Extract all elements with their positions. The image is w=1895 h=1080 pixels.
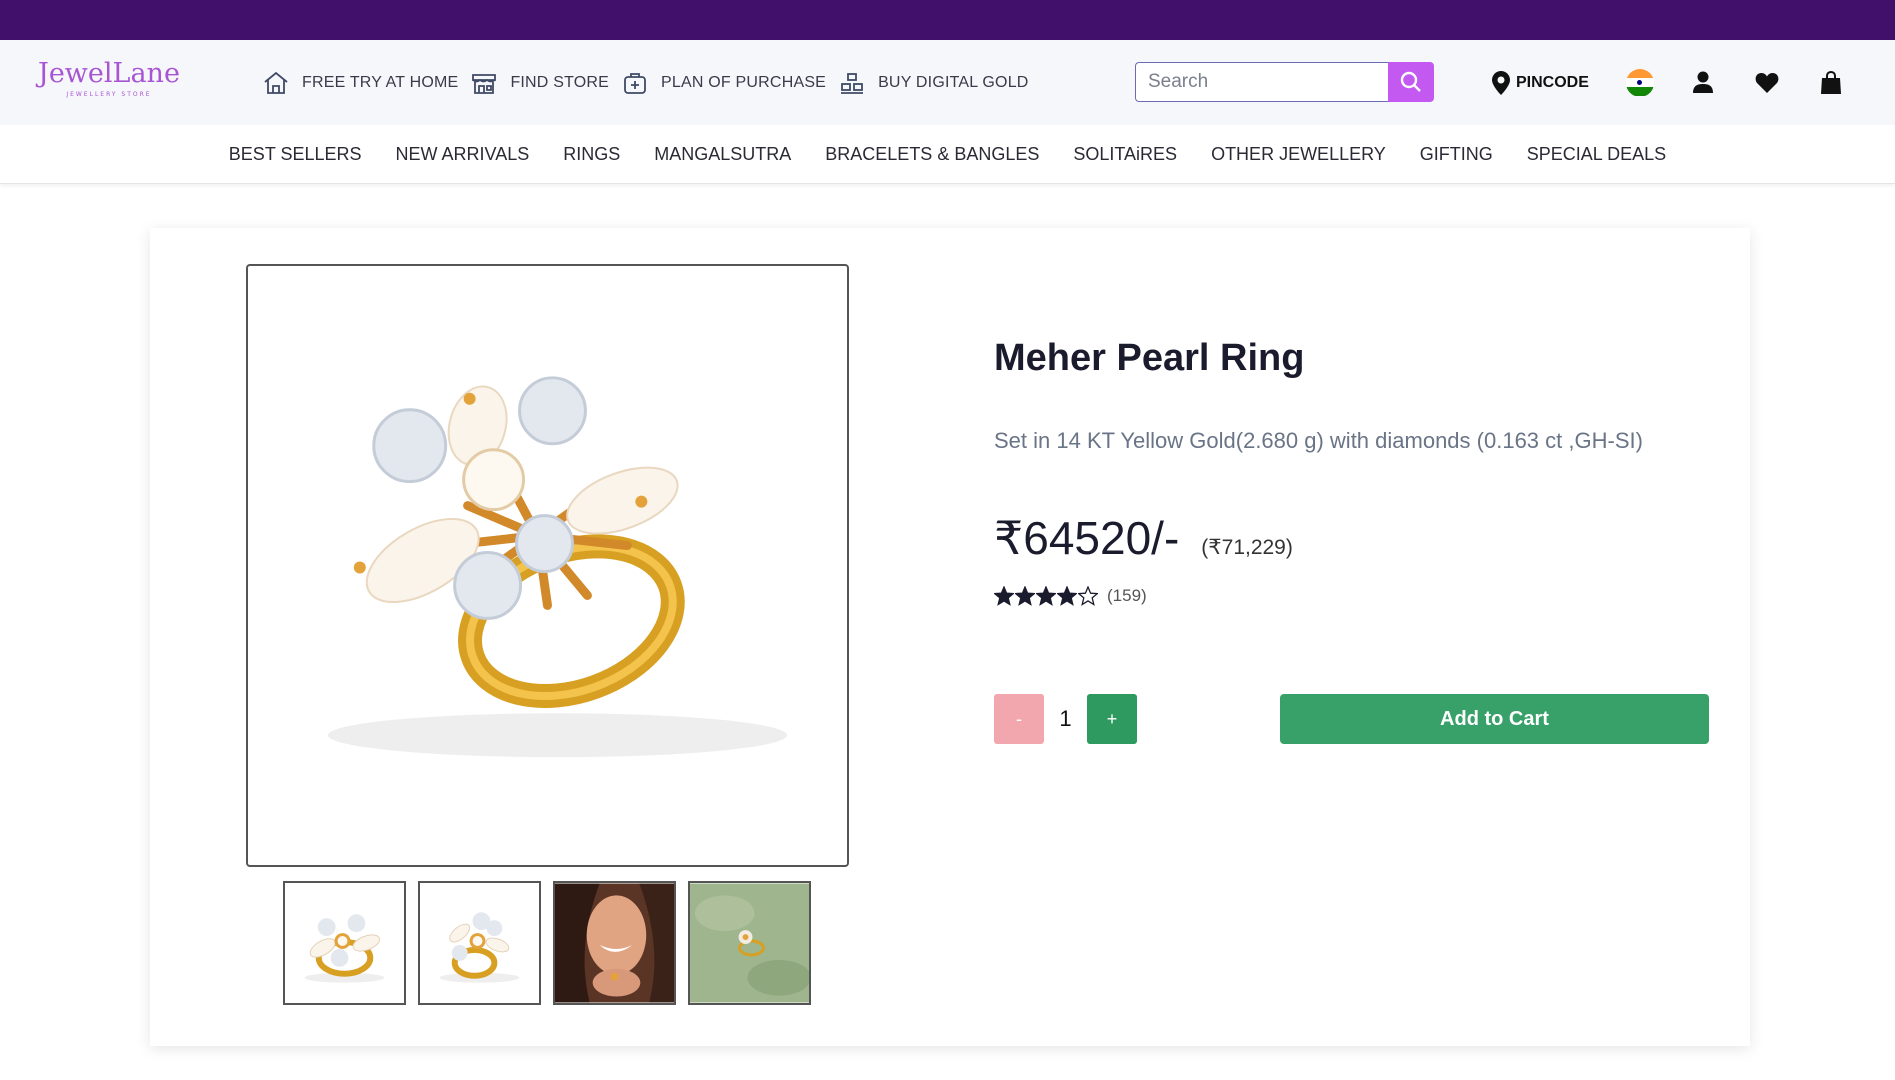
- store-icon: [472, 73, 497, 94]
- shopping-bag-icon: [1820, 70, 1841, 94]
- category-special-deals[interactable]: SPECIAL DEALS: [1527, 144, 1666, 165]
- rating-stars: [994, 586, 1099, 606]
- thumbnail-ring-front[interactable]: [283, 881, 406, 1005]
- quick-links: FREE TRY AT HOME FIND STORE PLAN OF PURC…: [262, 40, 1041, 125]
- category-new-arrivals[interactable]: NEW ARRIVALS: [396, 144, 530, 165]
- buy-digital-gold-link[interactable]: BUY DIGITAL GOLD: [838, 69, 1029, 97]
- quantity-value: 1: [1059, 706, 1072, 731]
- brand-tagline: JEWELLERY STORE: [66, 91, 152, 98]
- pincode-selector[interactable]: PINCODE: [1492, 70, 1589, 95]
- cart-button[interactable]: [1816, 68, 1846, 98]
- category-gifting[interactable]: GIFTING: [1420, 144, 1493, 165]
- category-mangalsutra[interactable]: MANGALSUTRA: [654, 144, 791, 165]
- thumbnail-image: [690, 883, 809, 1003]
- category-rings[interactable]: RINGS: [563, 144, 620, 165]
- increase-quantity-button[interactable]: +: [1087, 694, 1137, 744]
- product-title: Meher Pearl Ring: [994, 337, 1305, 379]
- add-to-cart-button[interactable]: Add to Cart: [1280, 694, 1709, 744]
- thumbnail-image: [304, 914, 385, 983]
- location-pin-icon: [1492, 70, 1510, 95]
- plan-icon: [624, 72, 646, 94]
- header-tools: PINCODE: [1492, 40, 1846, 125]
- star-empty-icon: [1078, 586, 1098, 606]
- plan-of-purchase-label: PLAN OF PURCHASE: [661, 73, 827, 91]
- product-mrp: (₹71,229): [1201, 536, 1293, 559]
- find-store-label: FIND STORE: [510, 73, 610, 91]
- account-button[interactable]: [1688, 68, 1718, 98]
- heart-icon: [1755, 72, 1779, 93]
- category-navigation: BEST SELLERS NEW ARRIVALS RINGS MANGALSU…: [0, 125, 1895, 184]
- ring-image: [327, 376, 788, 758]
- gold-bars-icon: [841, 72, 864, 94]
- decrease-quantity-button[interactable]: -: [994, 694, 1044, 744]
- review-count: (159): [1107, 586, 1147, 605]
- search-bar: [1135, 62, 1434, 102]
- star-filled-icon: [1057, 586, 1077, 606]
- thumbnail-ring-angle[interactable]: [418, 881, 541, 1005]
- top-announcement-bar: [0, 0, 1895, 40]
- star-filled-icon: [1015, 586, 1035, 606]
- find-store-link[interactable]: FIND STORE: [470, 69, 609, 97]
- category-bracelets-bangles[interactable]: BRACELETS & BANGLES: [825, 144, 1039, 165]
- thumbnail-strip: [283, 881, 823, 1005]
- search-input[interactable]: [1135, 62, 1388, 102]
- thumbnail-model-wearing-ring[interactable]: [553, 881, 676, 1005]
- price-row: ₹64520/- (₹71,229): [994, 511, 1293, 565]
- pincode-label: PINCODE: [1516, 73, 1589, 91]
- thumbnail-image: [439, 912, 520, 983]
- free-try-at-home-label: FREE TRY AT HOME: [302, 73, 459, 91]
- product-card: Meher Pearl Ring Set in 14 KT Yellow Gol…: [150, 228, 1750, 1046]
- quantity-stepper: - 1 +: [994, 694, 1137, 744]
- star-filled-icon: [1036, 586, 1056, 606]
- product-description: Set in 14 KT Yellow Gold(2.680 g) with d…: [994, 428, 1643, 453]
- brand-logo[interactable]: JewelLane JEWELLERY STORE: [38, 58, 180, 98]
- brand-name: JewelLane: [38, 58, 180, 89]
- category-best-sellers[interactable]: BEST SELLERS: [229, 144, 362, 165]
- buy-digital-gold-label: BUY DIGITAL GOLD: [878, 73, 1029, 91]
- wishlist-button[interactable]: [1752, 68, 1782, 98]
- search-button[interactable]: [1388, 62, 1434, 102]
- category-solitaires[interactable]: SOLITAiRES: [1073, 144, 1177, 165]
- product-main-image[interactable]: [246, 264, 849, 867]
- star-filled-icon: [994, 586, 1014, 606]
- search-icon: [1400, 71, 1421, 92]
- product-price: ₹64520/-: [994, 512, 1180, 564]
- product-rating[interactable]: (159): [994, 586, 1147, 606]
- thumbnail-ring-on-green-background[interactable]: [688, 881, 811, 1005]
- free-try-at-home-link[interactable]: FREE TRY AT HOME: [262, 69, 458, 97]
- category-other-jewellery[interactable]: OTHER JEWELLERY: [1211, 144, 1386, 165]
- plan-of-purchase-link[interactable]: PLAN OF PURCHASE: [621, 69, 826, 97]
- home-icon: [264, 71, 288, 94]
- user-icon: [1692, 71, 1713, 93]
- site-header: JewelLane JEWELLERY STORE FREE TRY AT HO…: [0, 40, 1895, 125]
- india-flag-icon[interactable]: [1625, 68, 1654, 97]
- thumbnail-image: [555, 883, 674, 1003]
